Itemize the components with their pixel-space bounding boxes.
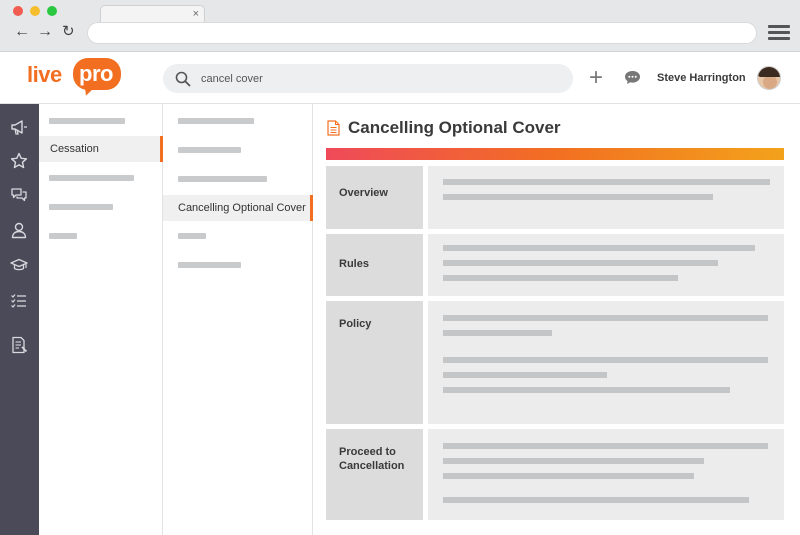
list-item-placeholder[interactable] (178, 233, 206, 239)
forward-arrow-icon[interactable]: → (37, 23, 53, 41)
browser-tab[interactable]: × (100, 5, 205, 22)
section-label-policy: Policy (326, 301, 423, 424)
article-item-label: Cancelling Optional Cover (178, 202, 306, 214)
article-item-cancelling-optional-cover[interactable]: Cancelling Optional Cover (163, 195, 313, 221)
list-item-placeholder[interactable] (178, 147, 241, 153)
section-body-policy (428, 301, 784, 424)
tab-close-icon[interactable]: × (193, 7, 199, 21)
address-bar[interactable] (87, 22, 757, 44)
person-icon[interactable] (10, 221, 28, 239)
list-item-placeholder[interactable] (49, 204, 113, 210)
hamburger-menu-icon[interactable] (768, 25, 790, 41)
document-icon (327, 120, 340, 136)
category-item-label: Cessation (50, 143, 99, 155)
icon-rail (0, 104, 39, 535)
minimize-window-button[interactable] (30, 6, 40, 16)
header-accent-bar (326, 148, 784, 160)
checklist-icon[interactable] (10, 292, 28, 310)
close-window-button[interactable] (13, 6, 23, 16)
section-body-proceed-to-cancellation (428, 429, 784, 520)
maximize-window-button[interactable] (47, 6, 57, 16)
list-item-placeholder[interactable] (49, 175, 134, 181)
app-header: live pro + Steve Harrington (0, 52, 800, 104)
section-body-rules (428, 234, 784, 296)
section-label-proceed-to-cancellation: Proceed to Cancellation (326, 429, 423, 520)
star-icon[interactable] (10, 152, 28, 170)
list-item-placeholder[interactable] (49, 233, 77, 239)
chat-bubbles-icon[interactable] (10, 186, 28, 204)
logo-live-text: live (27, 62, 62, 87)
document-edit-icon[interactable] (10, 336, 28, 354)
reload-icon[interactable]: ↻ (62, 23, 75, 41)
list-item-placeholder[interactable] (178, 118, 254, 124)
search-icon (175, 71, 191, 87)
section-label-rules: Rules (326, 234, 423, 296)
back-arrow-icon[interactable]: ← (14, 23, 30, 41)
article-column: Cancelling Optional Cover (163, 104, 313, 535)
list-item-placeholder[interactable] (49, 118, 125, 124)
livepro-logo[interactable]: live pro (27, 58, 122, 98)
user-name[interactable]: Steve Harrington (657, 72, 746, 84)
search-bar[interactable] (163, 64, 573, 93)
logo-pro-text: pro (79, 61, 113, 86)
list-item-placeholder[interactable] (178, 262, 241, 268)
plus-icon[interactable]: + (589, 66, 603, 90)
avatar[interactable] (757, 66, 781, 90)
article-content: Cancelling Optional Cover Overview Rules… (313, 104, 800, 535)
search-input[interactable] (201, 64, 561, 93)
browser-chrome: × ← → ↻ (0, 0, 800, 52)
section-body-overview (428, 166, 784, 229)
category-column: Cessation (39, 104, 163, 535)
megaphone-icon[interactable] (10, 118, 28, 136)
graduation-cap-icon[interactable] (10, 256, 28, 274)
chat-icon[interactable] (624, 70, 641, 85)
list-item-placeholder[interactable] (178, 176, 267, 182)
section-label-overview: Overview (326, 166, 423, 229)
page-title: Cancelling Optional Cover (348, 118, 561, 137)
category-item-cessation[interactable]: Cessation (39, 136, 163, 162)
